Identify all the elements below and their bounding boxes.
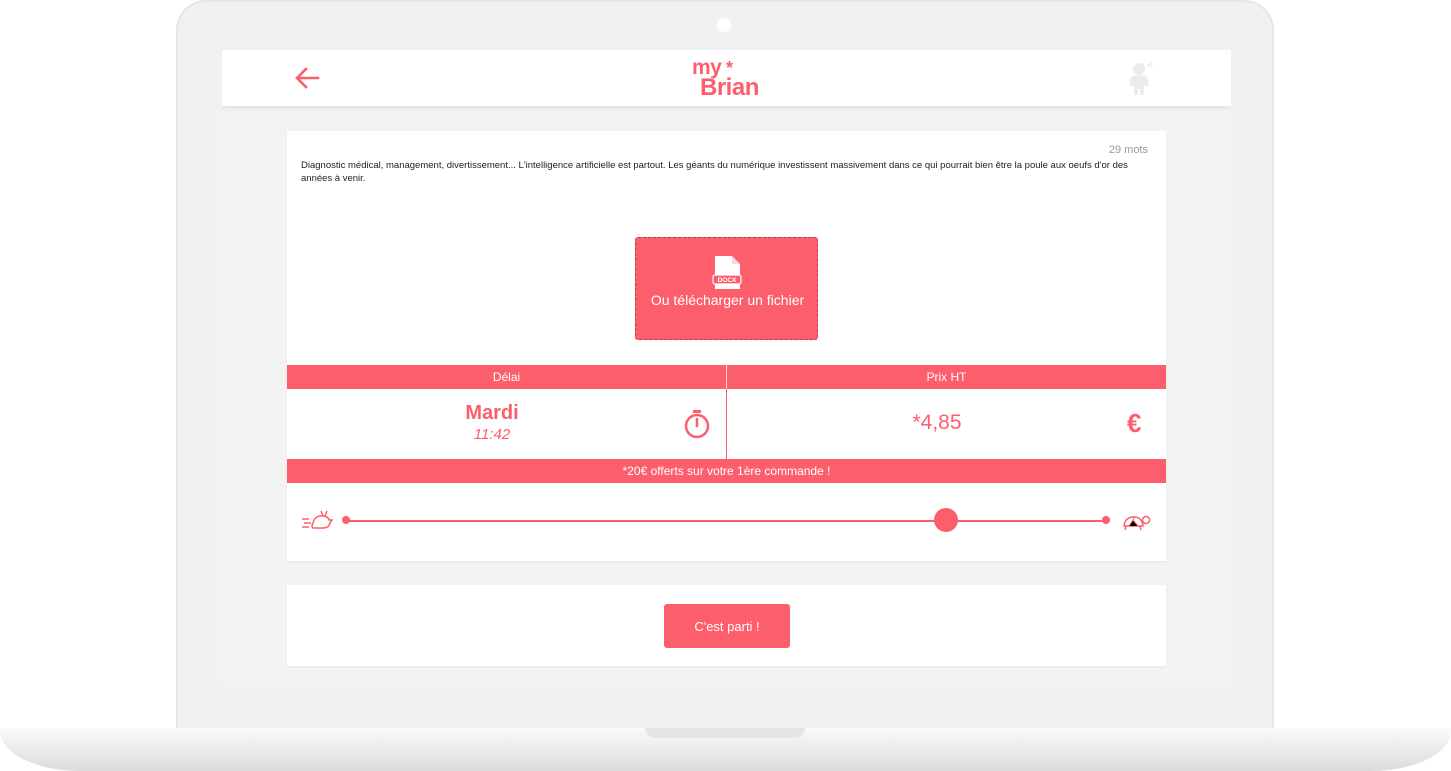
slider-start-dot	[342, 516, 350, 524]
laptop-notch	[645, 728, 805, 738]
back-button[interactable]	[292, 64, 322, 92]
word-count: 29 mots	[1108, 144, 1148, 156]
price-header: Prix HT	[926, 370, 967, 384]
logo-brian: Brian	[700, 74, 759, 101]
avatar[interactable]	[1127, 62, 1153, 96]
slider-thumb[interactable]	[934, 508, 959, 532]
order-card: 29 mots Diagnostic médical, management, …	[287, 131, 1166, 561]
upload-file-button[interactable]: DOCX Ou télécharger un fichier	[635, 237, 818, 340]
delay-time: 11:42	[473, 426, 511, 443]
price-value: *4,85	[912, 411, 962, 434]
mybrian-logo: my * Brian	[690, 56, 764, 102]
top-bar: my * Brian	[222, 50, 1231, 106]
promo-banner: *20€ offerts sur votre 1ère commande !	[287, 459, 1166, 483]
value-divider	[726, 389, 727, 459]
euro-icon: €	[1127, 408, 1142, 438]
docx-file-icon: DOCX	[712, 256, 742, 289]
stopwatch-icon	[684, 410, 710, 439]
arrow-left-icon	[295, 67, 320, 89]
app-screen: my * Brian 29 mots Diagnostic médical, m…	[222, 50, 1231, 682]
submit-card: C'est parti !	[287, 585, 1166, 666]
start-button[interactable]: C'est parti !	[664, 604, 790, 648]
speed-slider[interactable]	[287, 503, 1166, 543]
quote-header-row: Délai Prix HT	[287, 365, 1166, 389]
camera-icon	[717, 18, 731, 32]
text-editor[interactable]: Diagnostic médical, management, divertis…	[301, 160, 1151, 185]
rabbit-icon	[302, 510, 333, 529]
upload-label: Ou télécharger un fichier	[650, 292, 805, 308]
delay-header: Délai	[492, 370, 521, 384]
docx-badge: DOCX	[718, 277, 737, 284]
turtle-icon	[1123, 515, 1151, 531]
delay-day: Mardi	[465, 402, 519, 424]
slider-track[interactable]	[346, 520, 1106, 522]
quote-value-row: Mardi 11:42 *4,85 €	[287, 389, 1166, 459]
kid-avatar-icon	[1129, 62, 1153, 95]
slider-end-dot	[1102, 516, 1110, 524]
